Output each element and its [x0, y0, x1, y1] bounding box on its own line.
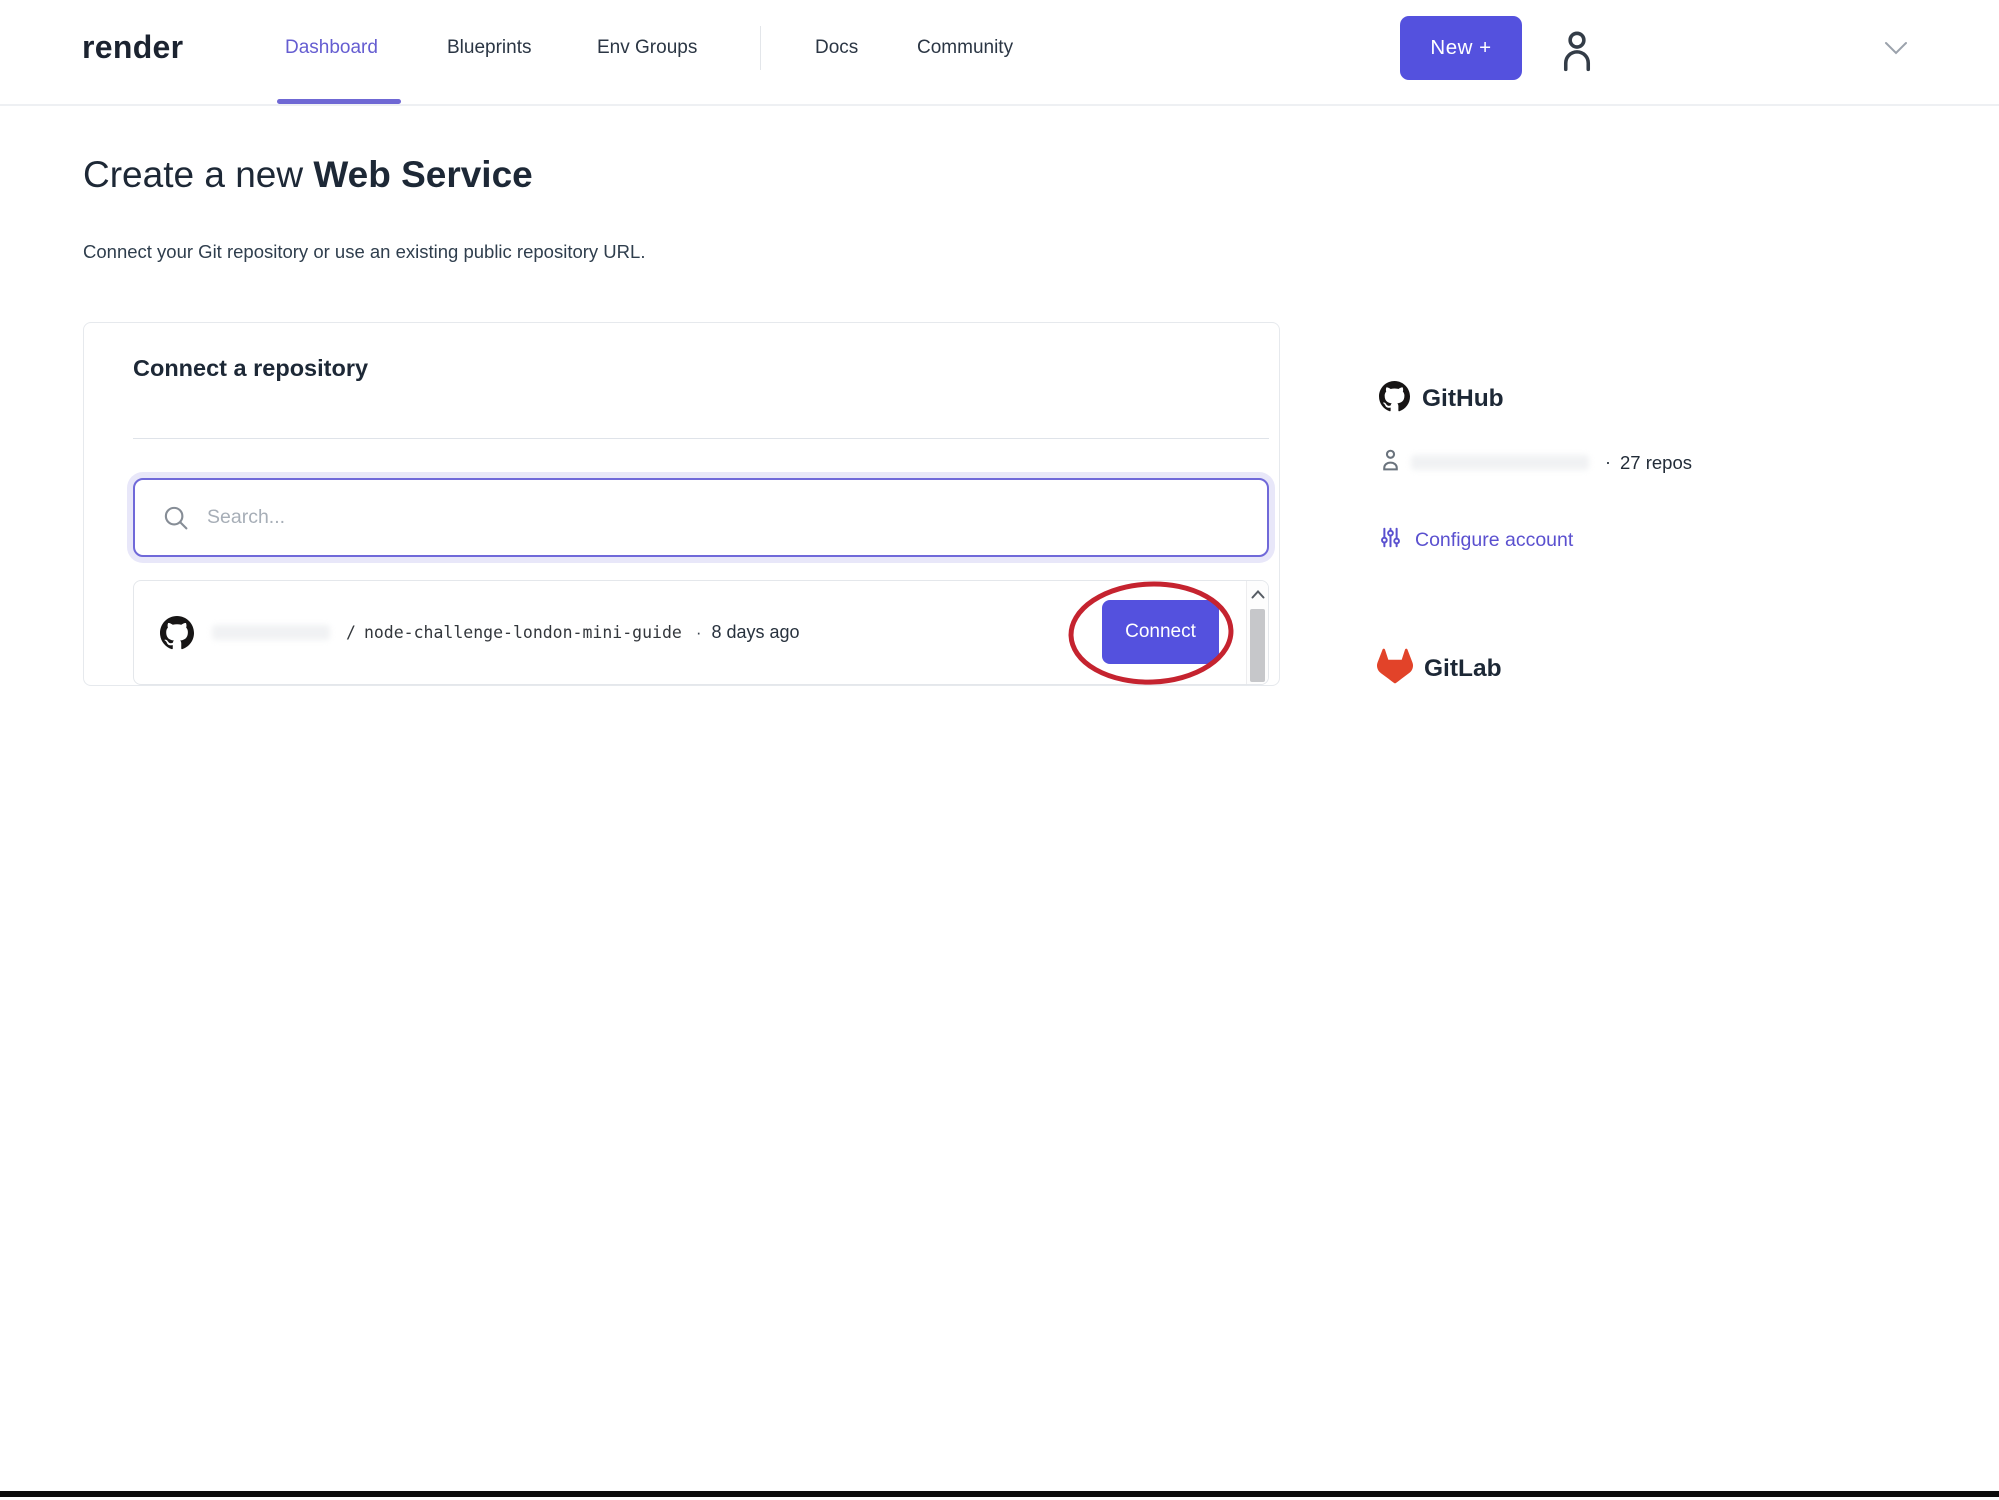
- redacted-username: [212, 625, 330, 640]
- page-title: Create a new Web Service: [83, 154, 533, 196]
- configure-account-label: Configure account: [1415, 528, 1574, 551]
- list-scrollbar[interactable]: [1246, 581, 1268, 684]
- active-tab-underline: [277, 99, 401, 104]
- card-divider: [133, 438, 1269, 439]
- connect-repository-card: Connect a repository /node-challenge-lon: [83, 322, 1280, 686]
- configure-account-link[interactable]: Configure account: [1380, 524, 1573, 556]
- connect-button[interactable]: Connect: [1102, 600, 1219, 664]
- repos-bullet: ·: [1605, 452, 1611, 472]
- sliders-icon: [1380, 524, 1401, 556]
- render-logo[interactable]: render: [82, 29, 183, 66]
- repository-search-box: [133, 478, 1269, 557]
- screenshot-bottom-border: [0, 1491, 1999, 1497]
- nav-item-docs[interactable]: Docs: [815, 37, 858, 59]
- nav-divider: [760, 26, 761, 70]
- card-heading: Connect a repository: [133, 355, 369, 381]
- nav-item-env-groups[interactable]: Env Groups: [597, 37, 697, 59]
- search-icon: [161, 503, 191, 533]
- chevron-down-icon[interactable]: [1882, 38, 1910, 63]
- github-account-row: · 27 repos: [1378, 445, 1692, 480]
- repository-name: node-challenge-london-mini-guide: [363, 623, 682, 642]
- page-title-regular: Create a new: [83, 154, 314, 195]
- page-title-bold: Web Service: [313, 154, 533, 195]
- user-icon: [1378, 445, 1403, 480]
- repository-row: / node-challenge-london-mini-guide · 8 da…: [134, 581, 1246, 684]
- nav-item-community[interactable]: Community: [917, 37, 1013, 59]
- gitlab-title: GitLab: [1424, 654, 1502, 682]
- scroll-up-icon[interactable]: [1247, 581, 1268, 607]
- github-mark-icon: [160, 615, 194, 650]
- user-icon[interactable]: [1552, 22, 1602, 85]
- nav-item-blueprints[interactable]: Blueprints: [447, 37, 532, 59]
- github-mark-icon: [1379, 381, 1410, 417]
- repository-path: / node-challenge-london-mini-guide: [346, 623, 682, 642]
- repository-separator: ·: [695, 622, 702, 642]
- github-title: GitHub: [1422, 385, 1504, 412]
- top-nav: render Dashboard Blueprints Env Groups D…: [0, 0, 1999, 106]
- nav-item-dashboard[interactable]: Dashboard: [285, 37, 378, 59]
- gitlab-section-header: GitLab: [1377, 648, 1502, 689]
- redacted-account-name: [1411, 455, 1589, 470]
- repository-updated: 8 days ago: [711, 622, 800, 642]
- repository-path-prefix: /: [346, 623, 356, 642]
- render-create-web-service-screen: render Dashboard Blueprints Env Groups D…: [0, 0, 1999, 1500]
- search-input[interactable]: [207, 506, 1247, 529]
- new-button[interactable]: New +: [1400, 16, 1522, 80]
- repository-list: / node-challenge-london-mini-guide · 8 da…: [133, 580, 1269, 685]
- scrollbar-thumb[interactable]: [1250, 609, 1265, 682]
- repos-count: 27 repos: [1620, 451, 1692, 473]
- github-section-header: GitHub: [1379, 381, 1504, 417]
- gitlab-fox-icon: [1377, 648, 1413, 689]
- page-subtitle: Connect your Git repository or use an ex…: [83, 241, 646, 262]
